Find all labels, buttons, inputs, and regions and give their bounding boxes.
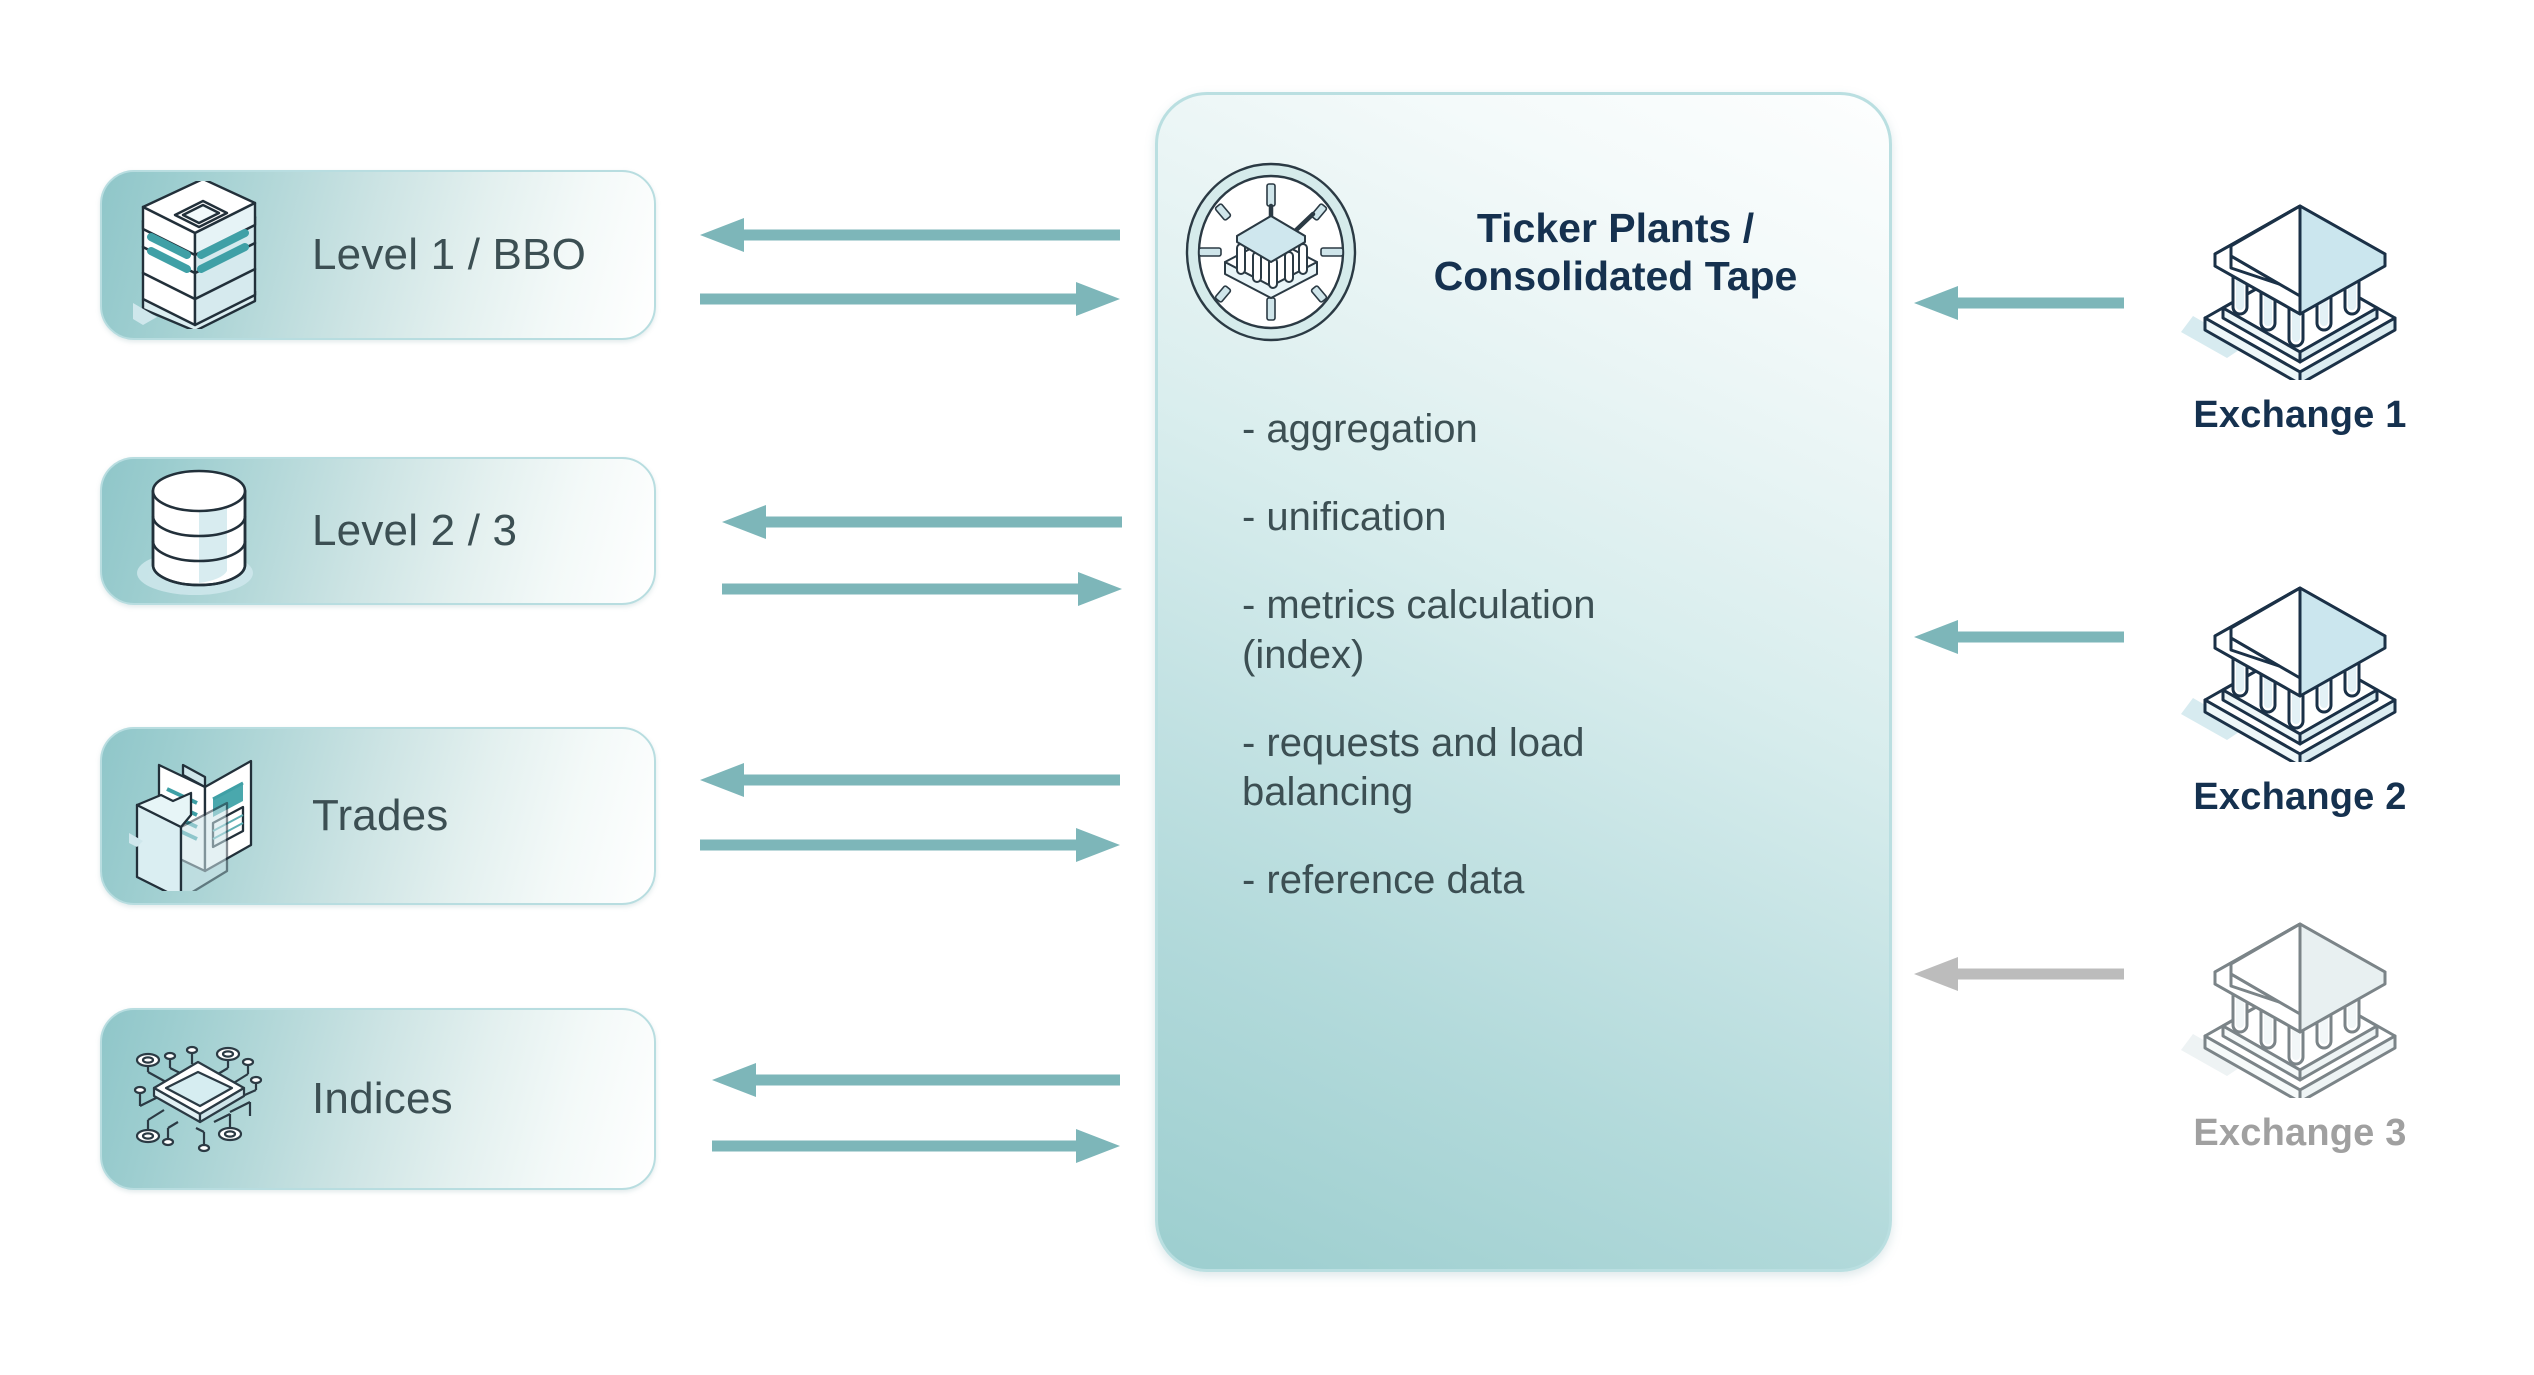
exchange-label: Exchange 1 [2130,394,2470,437]
clock-bank-icon [1176,157,1366,347]
arrow-exchange3-to-center [1914,957,2124,991]
diagram-canvas: Level 1 / BBO Level 2 / 3 [0,0,2534,1375]
bullet-item: - reference data [1242,856,1822,905]
card-label: Level 2 / 3 [312,506,517,556]
card-level1-bbo[interactable]: Level 1 / BBO [100,170,656,340]
card-trades[interactable]: Trades [100,727,656,905]
bullet-item: - metrics calculation (index) [1242,581,1822,679]
card-label: Indices [312,1074,453,1124]
exchange-label: Exchange 3 [2130,1112,2470,1155]
arrow-exchange1-to-center [1914,286,2124,320]
arrow-trades-to-center [700,828,1120,862]
arrow-center-to-indices [712,1063,1120,1097]
server-stack-icon [124,180,274,330]
arrow-level2-3-to-center [722,572,1122,606]
card-indices[interactable]: Indices [100,1008,656,1190]
card-label: Trades [312,791,449,841]
exchange-2-node[interactable]: Exchange 2 [2130,572,2470,819]
arrow-indices-to-center [712,1129,1120,1163]
arrow-center-to-level2-3 [722,505,1122,539]
bullet-item: - unification [1242,493,1822,542]
arrow-center-to-trades [700,763,1120,797]
bullet-item: - requests and load balancing [1242,719,1822,817]
arrow-exchange2-to-center [1914,620,2124,654]
bank-building-icon [2165,908,2435,1098]
bank-building-icon [2165,572,2435,762]
arrow-center-to-level1-bbo [700,218,1120,252]
panel-header: Ticker Plants / Consolidated Tape [1158,157,1889,347]
card-level2-3[interactable]: Level 2 / 3 [100,457,656,605]
panel-bullet-list: - aggregation - unification - metrics ca… [1242,405,1822,944]
exchange-3-node[interactable]: Exchange 3 [2130,908,2470,1155]
card-label: Level 1 / BBO [312,230,586,280]
documents-folder-icon [124,741,274,891]
exchange-label: Exchange 2 [2130,776,2470,819]
database-cylinder-icon [124,456,274,606]
exchange-1-node[interactable]: Exchange 1 [2130,190,2470,437]
ticker-plants-panel[interactable]: Ticker Plants / Consolidated Tape - aggr… [1155,92,1892,1272]
bullet-item: - aggregation [1242,405,1822,454]
microchip-icon [124,1024,274,1174]
panel-title: Ticker Plants / Consolidated Tape [1366,204,1889,301]
arrow-level1-bbo-to-center [700,282,1120,316]
bank-building-icon [2165,190,2435,380]
